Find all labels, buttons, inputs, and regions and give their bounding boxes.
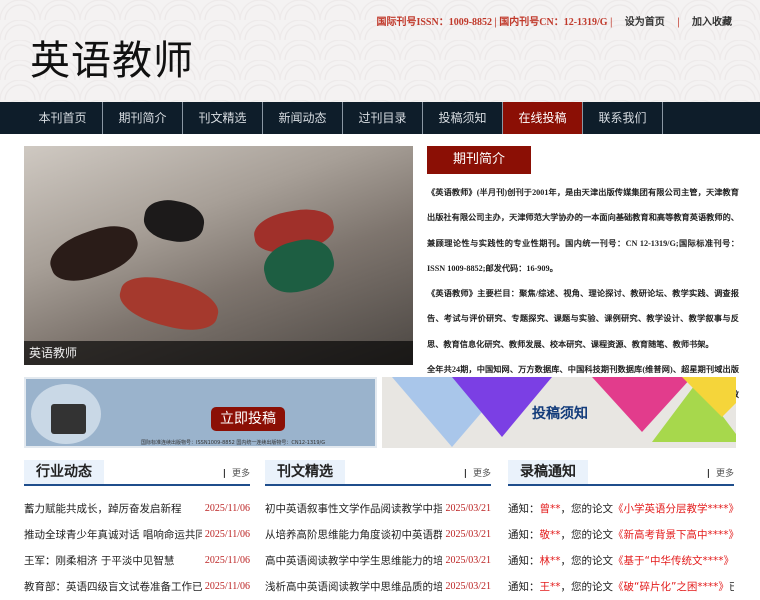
section-title: 刊文精选: [265, 460, 345, 484]
item-title[interactable]: 从培养高阶思维能力角度谈初中英语群文阅: [265, 522, 442, 548]
set-home-link[interactable]: 设为首页: [625, 17, 665, 28]
author-name: 敬**: [539, 529, 561, 541]
notice-mid: ，您的论文: [560, 581, 614, 593]
notice-suffix: 已收: [729, 574, 734, 600]
banner-issn-text: 国际标准连续出版物号：ISSN1009-8852 国内统一连续出版物号：CN12…: [141, 440, 326, 446]
notice-prefix: 通知：: [508, 581, 540, 593]
site-title: 英语教师: [30, 38, 194, 84]
item-date: 2025/03/21: [445, 529, 491, 540]
intro-paragraph: 《英语教师》(半月刊)创刊于2001年，是由天津出版传媒集团有限公司主管，天津教…: [427, 188, 739, 273]
stone-shape: [114, 268, 224, 339]
item-title[interactable]: 王军：刚柔相济 于平淡中见智慧: [24, 548, 174, 574]
nav-news[interactable]: 新闻动态: [263, 102, 343, 134]
author-name: 王**: [539, 581, 561, 593]
notice-mid: ，您的论文: [560, 555, 614, 567]
list-item[interactable]: 高中英语阅读教学中学生思维能力的培养路2025/03/21: [265, 548, 491, 574]
author-name: 林**: [539, 555, 561, 567]
list-item[interactable]: 教育部：英语四级盲文试卷准备工作已就绪2025/11/06: [24, 574, 250, 600]
more-link[interactable]: 更多: [707, 466, 734, 479]
header: 英语教师 国际刊号ISSN：1009-8852 | 国内刊号CN：12-1319…: [0, 0, 760, 102]
list-item[interactable]: 推动全球青少年真诚对话 唱响命运共同体时2025/11/06: [24, 522, 250, 548]
item-title[interactable]: 高中英语阅读教学中学生思维能力的培养路: [265, 548, 442, 574]
more-link[interactable]: 更多: [223, 466, 250, 479]
notice-item[interactable]: 通知：王**，您的论文《破“碎片化”之困****》已收: [508, 574, 734, 600]
list-item[interactable]: 浅析高中英语阅读教学中思维品质的培养方2025/03/21: [265, 574, 491, 600]
author-name: 曾**: [539, 503, 561, 515]
item-date: 2025/11/06: [204, 529, 250, 540]
main-nav: 本刊首页 期刊简介 刊文精选 新闻动态 过刊目录 投稿须知 在线投稿 联系我们: [0, 102, 760, 134]
notice-mid: ，您的论文: [560, 503, 614, 515]
section-title: 录稿通知: [508, 460, 588, 484]
intro-button[interactable]: 期刊简介: [427, 146, 531, 174]
nav-past-issues[interactable]: 过刊目录: [343, 102, 423, 134]
paper-title[interactable]: 《小学英语分层教学****》: [613, 496, 734, 522]
more-link[interactable]: 更多: [464, 466, 491, 479]
nav-selected-articles[interactable]: 刊文精选: [183, 102, 263, 134]
item-title[interactable]: 教育部：英语四级盲文试卷准备工作已就绪: [24, 574, 202, 600]
top-links: 国际刊号ISSN：1009-8852 | 国内刊号CN：12-1319/G | …: [376, 13, 732, 28]
item-date: 2025/11/06: [204, 581, 250, 592]
nav-contact[interactable]: 联系我们: [583, 102, 663, 134]
item-title[interactable]: 蓄力赋能共成长，踔厉奋发启新程: [24, 496, 182, 522]
guide-banner[interactable]: 投稿须知: [382, 377, 736, 448]
intro-paragraph: 《英语教师》主要栏目：聚焦/综述、视角、理论探讨、教研论坛、教学实践、调查报告、…: [427, 289, 739, 349]
list-item[interactable]: 从培养高阶思维能力角度谈初中英语群文阅2025/03/21: [265, 522, 491, 548]
notice-prefix: 通知：: [508, 555, 540, 567]
item-title[interactable]: 浅析高中英语阅读教学中思维品质的培养方: [265, 574, 442, 600]
add-favorite-link[interactable]: 加入收藏: [692, 17, 732, 28]
paper-title[interactable]: 《破“碎片化”之困****》: [613, 574, 729, 600]
list-item[interactable]: 蓄力赋能共成长，踔厉奋发启新程 2025/11/06: [24, 496, 250, 522]
typewriter-icon: [51, 404, 86, 434]
hero-caption: 英语教师: [24, 341, 413, 365]
notice-prefix: 通知：: [508, 503, 540, 515]
stone-shape: [140, 196, 208, 246]
selected-articles-section: 刊文精选更多 初中英语叙事性文学作品阅读教学中指向思2025/03/21 从培养…: [265, 460, 491, 600]
item-date: 2025/03/21: [445, 503, 491, 514]
item-title[interactable]: 初中英语叙事性文学作品阅读教学中指向思: [265, 496, 442, 522]
paper-title[interactable]: 《新高考背景下高中****》: [613, 522, 734, 548]
notice-prefix: 通知：: [508, 529, 540, 541]
notice-item[interactable]: 通知：林**，您的论文《基于“中华传统文****》已收: [508, 548, 734, 574]
paper-shape: [682, 377, 736, 417]
notice-item[interactable]: 通知：曾**，您的论文《小学英语分层教学****》已: [508, 496, 734, 522]
submission-guide-label: 投稿须知: [532, 406, 588, 422]
separator: |: [677, 17, 680, 28]
section-title: 行业动态: [24, 460, 104, 484]
industry-news-section: 行业动态 更多 蓄力赋能共成长，踔厉奋发启新程 2025/11/06 推动全球青少年…: [24, 460, 250, 600]
paper-title[interactable]: 《基于“中华传统文****》: [613, 548, 734, 574]
item-date: 2025/03/21: [445, 555, 491, 566]
submit-now-button[interactable]: 立即投稿: [211, 407, 285, 431]
list-item[interactable]: 初中英语叙事性文学作品阅读教学中指向思2025/03/21: [265, 496, 491, 522]
notice-item[interactable]: 通知：敬**，您的论文《新高考背景下高中****》已: [508, 522, 734, 548]
submit-banner[interactable]: 立即投稿 国际标准连续出版物号：ISSN1009-8852 国内统一连续出版物号…: [24, 377, 377, 448]
item-date: 2025/11/06: [204, 555, 250, 566]
nav-home[interactable]: 本刊首页: [23, 102, 103, 134]
item-date: 2025/03/21: [445, 581, 491, 592]
issn-text: 国际刊号ISSN：1009-8852 | 国内刊号CN：12-1319/G |: [376, 17, 613, 28]
hero-image[interactable]: 英语教师: [24, 146, 413, 365]
acceptance-notice-section: 录稿通知更多 通知：曾**，您的论文《小学英语分层教学****》已 通知：敬**…: [508, 460, 734, 600]
notice-mid: ，您的论文: [560, 529, 614, 541]
nav-submission-guide[interactable]: 投稿须知: [423, 102, 503, 134]
item-date: 2025/11/06: [204, 503, 250, 514]
list-item[interactable]: 王军：刚柔相济 于平淡中见智慧 2025/11/06: [24, 548, 250, 574]
nav-online-submission[interactable]: 在线投稿: [503, 102, 583, 134]
nav-about[interactable]: 期刊简介: [103, 102, 183, 134]
item-title[interactable]: 推动全球青少年真诚对话 唱响命运共同体时: [24, 522, 202, 548]
